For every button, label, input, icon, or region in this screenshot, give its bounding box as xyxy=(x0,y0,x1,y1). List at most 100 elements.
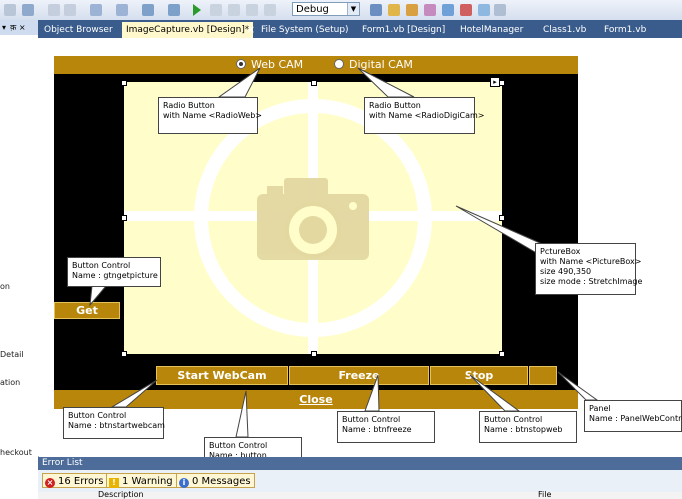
comment-icon[interactable] xyxy=(48,4,60,16)
panel-header: ▾ क़ × xyxy=(0,20,38,35)
config-value: Debug xyxy=(296,4,329,15)
callout-line: Radio Button xyxy=(369,101,421,110)
find-icon[interactable] xyxy=(370,4,382,16)
callout-line: Button Control xyxy=(72,261,131,270)
toolbar-icon[interactable] xyxy=(4,4,16,16)
callout-line: Panel xyxy=(589,404,611,413)
step-icon[interactable] xyxy=(246,4,258,16)
radio-unselected-icon xyxy=(334,59,344,69)
radio-web-label: Web CAM xyxy=(251,58,304,71)
callout-line: Button Control xyxy=(342,415,401,424)
selection-handle[interactable] xyxy=(499,215,505,221)
document-tabs: Object Browser ImageCapture.vb [Design]*… xyxy=(38,20,682,38)
start-debug-icon[interactable] xyxy=(193,4,201,16)
redo-icon[interactable] xyxy=(116,4,128,16)
tab-class1[interactable]: Class1.vb xyxy=(543,22,586,38)
pause-icon[interactable] xyxy=(210,4,222,16)
tab-hotelmanager[interactable]: HotelManager xyxy=(460,22,523,38)
panel-text-fragment: on xyxy=(0,282,10,291)
uncomment-icon[interactable] xyxy=(64,4,76,16)
tab-form1[interactable]: Form1.vb xyxy=(604,22,646,38)
tab-object-browser[interactable]: Object Browser xyxy=(44,22,113,38)
solution-config-select[interactable]: Debug ▼ xyxy=(292,2,360,16)
radio-selected-icon xyxy=(236,59,246,69)
panel-header-controls[interactable]: ▾ क़ × xyxy=(2,22,26,33)
tab-form1-design[interactable]: Form1.vb [Design] xyxy=(362,22,445,38)
callout-line: size mode : StretchImage xyxy=(540,277,643,286)
get-picture-button[interactable]: Get xyxy=(54,302,120,319)
error-list-title[interactable]: Error List xyxy=(38,457,682,470)
save-icon[interactable] xyxy=(22,4,34,16)
toolbox-icon[interactable] xyxy=(442,4,454,16)
tab-file-system[interactable]: File System (Setup) xyxy=(261,22,349,38)
left-tool-panel: ▾ क़ × on Detail ation heckout xyxy=(0,20,39,499)
callout-start-button: Button Control Name : btnstartwebcam xyxy=(63,407,165,439)
object-browser-icon[interactable] xyxy=(424,4,436,16)
errors-filter-button[interactable]: × 16 Errors xyxy=(42,473,108,488)
freeze-button[interactable]: Freeze xyxy=(289,366,429,385)
selection-handle[interactable] xyxy=(121,80,127,86)
panel-text-fragment: heckout xyxy=(0,448,32,457)
start-page-icon[interactable] xyxy=(478,4,490,16)
radio-web-cam[interactable]: Web CAM xyxy=(236,59,303,71)
callout-line: PctureBox xyxy=(540,247,581,256)
solution-explorer-icon[interactable] xyxy=(388,4,400,16)
callout-line: Button Control xyxy=(209,441,268,450)
navigate-back-icon[interactable] xyxy=(142,4,154,16)
callout-line: Button Control xyxy=(484,415,543,424)
radio-bar xyxy=(54,56,578,74)
callout-line: with Name <RadioDigiCam> xyxy=(369,111,485,120)
callout-line: size 490,350 xyxy=(540,267,592,276)
callout-radioweb: Radio Button with Name <RadioWeb> xyxy=(158,97,262,134)
callout-line: Name : PanelWebControls xyxy=(589,414,682,423)
callout-line: Name : btnstartwebcam xyxy=(68,421,165,430)
callout-line: Button Control xyxy=(68,411,127,420)
class-view-icon[interactable] xyxy=(460,4,472,16)
column-description[interactable]: Description xyxy=(98,491,144,499)
callout-stop-button: Button Control Name : btnstopweb xyxy=(479,411,577,443)
radio-digital-cam[interactable]: Digital CAM xyxy=(334,59,413,71)
warning-icon: ! xyxy=(109,478,119,488)
stop-button[interactable]: Stop xyxy=(430,366,528,385)
callout-line: Radio Button xyxy=(163,101,215,110)
radio-digital-label: Digital CAM xyxy=(349,58,413,71)
callout-line: with Name <RadioWeb> xyxy=(163,111,262,120)
callout-freeze-button: Button Control Name : btnfreeze xyxy=(337,411,435,443)
error-icon: × xyxy=(45,478,55,488)
selection-handle[interactable] xyxy=(121,215,127,221)
callout-line: Name : gtngetpicture xyxy=(72,271,158,280)
toolbar: Debug ▼ xyxy=(0,0,682,21)
button-spacer xyxy=(529,366,557,385)
undo-icon[interactable] xyxy=(90,4,102,16)
properties-icon[interactable] xyxy=(406,4,418,16)
callout-panel: Panel Name : PanelWebControls xyxy=(584,400,682,432)
step-over-icon[interactable] xyxy=(264,4,276,16)
callout-line: Name : btnfreeze xyxy=(342,425,412,434)
navigate-forward-icon[interactable] xyxy=(168,4,180,16)
errors-count: 16 Errors xyxy=(58,476,104,487)
warnings-filter-button[interactable]: ! 1 Warning xyxy=(106,473,177,488)
close-icon[interactable]: × xyxy=(246,22,255,38)
callout-line: with Name <PictureBox> xyxy=(540,257,642,266)
options-icon[interactable] xyxy=(494,4,506,16)
warnings-count: 1 Warning xyxy=(122,476,173,487)
panel-text-fragment: Detail xyxy=(0,350,24,359)
callout-radiodigicam: Radio Button with Name <RadioDigiCam> xyxy=(364,97,485,134)
selection-handle[interactable] xyxy=(121,351,127,357)
callout-line: Name : btnstopweb xyxy=(484,425,563,434)
messages-count: 0 Messages xyxy=(192,476,251,487)
info-icon: i xyxy=(179,478,189,488)
callout-get-button: Button Control Name : gtngetpicture xyxy=(67,257,161,287)
stop-icon[interactable] xyxy=(228,4,240,16)
smart-tag-icon[interactable]: ▸ xyxy=(490,77,500,87)
selection-handle[interactable] xyxy=(311,351,317,357)
tab-imagecapture-design[interactable]: ImageCapture.vb [Design]* xyxy=(122,22,254,38)
error-list-columns: Description File xyxy=(38,491,682,499)
selection-handle[interactable] xyxy=(311,80,317,86)
start-webcam-button[interactable]: Start WebCam xyxy=(156,366,288,385)
column-file[interactable]: File xyxy=(538,491,551,499)
panel-text-fragment: ation xyxy=(0,378,21,387)
selection-handle[interactable] xyxy=(499,351,505,357)
messages-filter-button[interactable]: i0 Messages xyxy=(176,473,255,488)
tab-label: ImageCapture.vb [Design]* xyxy=(126,25,250,35)
